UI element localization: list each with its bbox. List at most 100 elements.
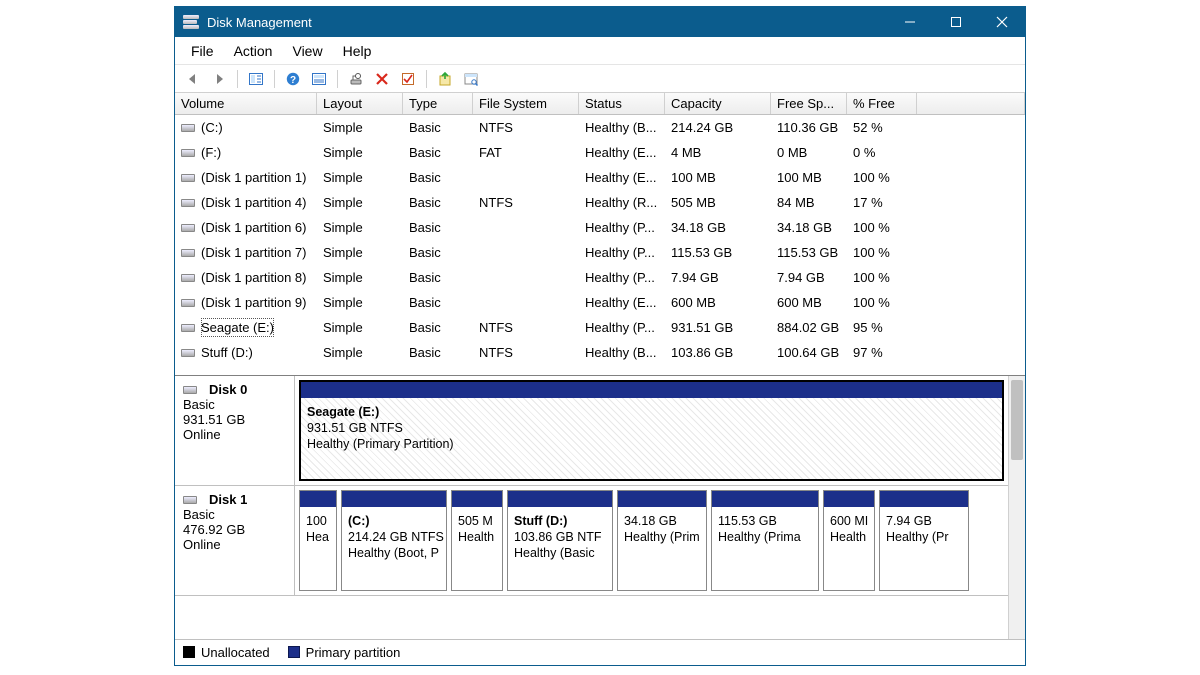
window-title: Disk Management bbox=[207, 15, 312, 30]
minimize-button[interactable] bbox=[887, 7, 933, 37]
volume-status: Healthy (R... bbox=[579, 190, 665, 215]
volume-fs: FAT bbox=[473, 140, 579, 165]
partition[interactable]: Seagate (E:)931.51 GB NTFSHealthy (Prima… bbox=[299, 380, 1004, 481]
partition[interactable]: 34.18 GBHealthy (Prim bbox=[617, 490, 707, 591]
drive-icon bbox=[181, 349, 195, 357]
volume-type: Basic bbox=[403, 140, 473, 165]
titlebar[interactable]: Disk Management bbox=[175, 7, 1025, 37]
back-button[interactable] bbox=[181, 68, 205, 90]
volume-row[interactable]: (F:)SimpleBasicFATHealthy (E...4 MB0 MB0… bbox=[175, 140, 1025, 165]
maximize-button[interactable] bbox=[933, 7, 979, 37]
volume-layout: Simple bbox=[317, 240, 403, 265]
disk-header[interactable]: Disk 1Basic476.92 GBOnline bbox=[175, 486, 295, 595]
scrollbar-thumb[interactable] bbox=[1011, 380, 1023, 460]
drive-icon bbox=[181, 224, 195, 232]
volume-status: Healthy (P... bbox=[579, 265, 665, 290]
export-button[interactable] bbox=[433, 68, 457, 90]
rescan-button[interactable] bbox=[344, 68, 368, 90]
col-status[interactable]: Status bbox=[579, 93, 665, 114]
partition-bar bbox=[618, 491, 706, 507]
disk-partitions: 100Hea(C:)214.24 GB NTFSHealthy (Boot, P… bbox=[295, 486, 1008, 595]
forward-button[interactable] bbox=[207, 68, 231, 90]
partition-status: Health bbox=[458, 529, 496, 545]
legend-unallocated: Unallocated bbox=[183, 645, 270, 660]
partition[interactable]: (C:)214.24 GB NTFSHealthy (Boot, P bbox=[341, 490, 447, 591]
volume-fs bbox=[473, 290, 579, 315]
volume-type: Basic bbox=[403, 265, 473, 290]
disk-type: Basic bbox=[183, 507, 286, 522]
volume-capacity: 34.18 GB bbox=[665, 215, 771, 240]
volume-row[interactable]: (Disk 1 partition 7)SimpleBasicHealthy (… bbox=[175, 240, 1025, 265]
partition-bar bbox=[452, 491, 502, 507]
col-extra[interactable] bbox=[917, 93, 1025, 114]
volume-pctfree: 0 % bbox=[847, 140, 917, 165]
partition[interactable]: 600 MIHealth bbox=[823, 490, 875, 591]
volume-row[interactable]: Seagate (E:)SimpleBasicNTFSHealthy (P...… bbox=[175, 315, 1025, 340]
volume-list[interactable]: (C:)SimpleBasicNTFSHealthy (B...214.24 G… bbox=[175, 115, 1025, 375]
volume-row[interactable]: (Disk 1 partition 8)SimpleBasicHealthy (… bbox=[175, 265, 1025, 290]
col-filesystem[interactable]: File System bbox=[473, 93, 579, 114]
settings-button[interactable] bbox=[307, 68, 331, 90]
volume-type: Basic bbox=[403, 190, 473, 215]
volume-capacity: 4 MB bbox=[665, 140, 771, 165]
volume-status: Healthy (B... bbox=[579, 340, 665, 365]
partition-label: Seagate (E:) bbox=[307, 404, 996, 420]
properties-button[interactable] bbox=[396, 68, 420, 90]
volume-free: 100 MB bbox=[771, 165, 847, 190]
volume-pctfree: 100 % bbox=[847, 265, 917, 290]
close-button[interactable] bbox=[979, 7, 1025, 37]
volume-free: 110.36 GB bbox=[771, 115, 847, 140]
volume-free: 7.94 GB bbox=[771, 265, 847, 290]
col-layout[interactable]: Layout bbox=[317, 93, 403, 114]
partition[interactable]: Stuff (D:)103.86 GB NTFHealthy (Basic bbox=[507, 490, 613, 591]
volume-fs bbox=[473, 215, 579, 240]
partition[interactable]: 505 MHealth bbox=[451, 490, 503, 591]
volume-type: Basic bbox=[403, 165, 473, 190]
menu-help[interactable]: Help bbox=[333, 40, 382, 62]
volume-row[interactable]: (Disk 1 partition 9)SimpleBasicHealthy (… bbox=[175, 290, 1025, 315]
col-type[interactable]: Type bbox=[403, 93, 473, 114]
vertical-scrollbar[interactable] bbox=[1008, 376, 1025, 639]
volume-name: (Disk 1 partition 9) bbox=[201, 293, 306, 312]
menu-file[interactable]: File bbox=[181, 40, 224, 62]
partition[interactable]: 100Hea bbox=[299, 490, 337, 591]
menu-action[interactable]: Action bbox=[224, 40, 283, 62]
volume-row[interactable]: (Disk 1 partition 1)SimpleBasicHealthy (… bbox=[175, 165, 1025, 190]
volume-row[interactable]: (Disk 1 partition 6)SimpleBasicHealthy (… bbox=[175, 215, 1025, 240]
volume-row[interactable]: (Disk 1 partition 4)SimpleBasicNTFSHealt… bbox=[175, 190, 1025, 215]
wizard-button[interactable] bbox=[459, 68, 483, 90]
volume-row[interactable]: Stuff (D:)SimpleBasicNTFSHealthy (B...10… bbox=[175, 340, 1025, 365]
volume-pctfree: 97 % bbox=[847, 340, 917, 365]
disk-state: Online bbox=[183, 427, 286, 442]
partition-size: 7.94 GB bbox=[886, 513, 962, 529]
partition[interactable]: 7.94 GBHealthy (Pr bbox=[879, 490, 969, 591]
disk-layout-pane[interactable]: Disk 0Basic931.51 GBOnlineSeagate (E:)93… bbox=[175, 375, 1025, 639]
disk-row: Disk 1Basic476.92 GBOnline100Hea(C:)214.… bbox=[175, 486, 1008, 596]
help-button[interactable]: ? bbox=[281, 68, 305, 90]
volume-name: (Disk 1 partition 4) bbox=[201, 193, 306, 212]
disk-icon bbox=[183, 386, 197, 394]
volume-layout: Simple bbox=[317, 165, 403, 190]
delete-button[interactable] bbox=[370, 68, 394, 90]
menu-view[interactable]: View bbox=[282, 40, 332, 62]
volume-name: (Disk 1 partition 6) bbox=[201, 218, 306, 237]
partition-size: 600 MI bbox=[830, 513, 868, 529]
show-hide-tree-button[interactable] bbox=[244, 68, 268, 90]
col-free[interactable]: Free Sp... bbox=[771, 93, 847, 114]
disk-title: Disk 1 bbox=[209, 492, 247, 507]
drive-icon bbox=[181, 249, 195, 257]
volume-pctfree: 52 % bbox=[847, 115, 917, 140]
volume-row[interactable]: (C:)SimpleBasicNTFSHealthy (B...214.24 G… bbox=[175, 115, 1025, 140]
partition-bar bbox=[824, 491, 874, 507]
toolbar: ? bbox=[175, 65, 1025, 93]
disk-header[interactable]: Disk 0Basic931.51 GBOnline bbox=[175, 376, 295, 485]
volume-name: (C:) bbox=[201, 118, 223, 137]
col-capacity[interactable]: Capacity bbox=[665, 93, 771, 114]
col-pctfree[interactable]: % Free bbox=[847, 93, 917, 114]
col-volume[interactable]: Volume bbox=[175, 93, 317, 114]
volume-fs: NTFS bbox=[473, 115, 579, 140]
drive-icon bbox=[181, 149, 195, 157]
partition[interactable]: 115.53 GBHealthy (Prima bbox=[711, 490, 819, 591]
partition-status: Healthy (Basic bbox=[514, 545, 606, 561]
volume-pctfree: 17 % bbox=[847, 190, 917, 215]
